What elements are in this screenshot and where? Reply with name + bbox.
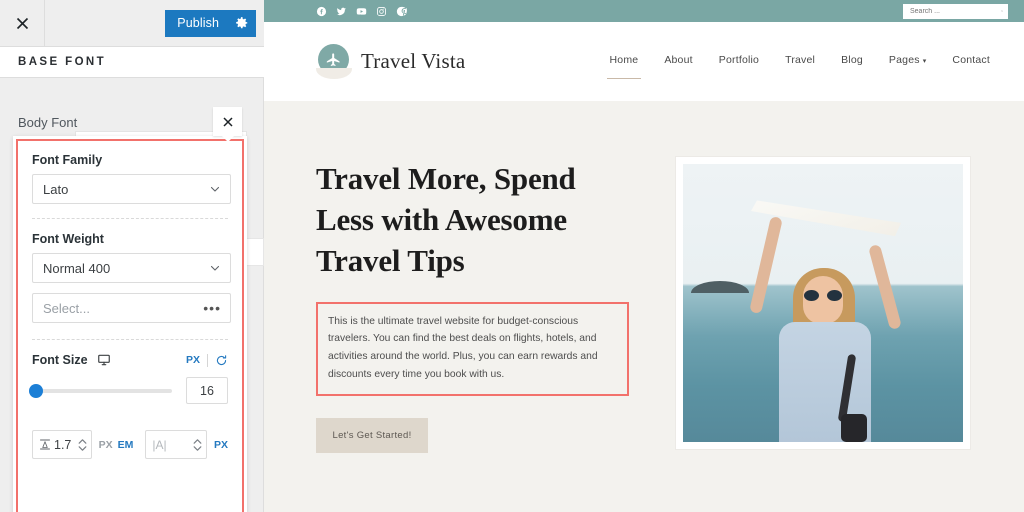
gear-icon [236,17,248,29]
nav-label: Portfolio [718,54,760,66]
hero-paragraph: This is the ultimate travel website for … [328,315,598,380]
font-family-value: Lato [43,181,69,197]
hero-image-frame [676,157,970,449]
line-height-icon [39,438,51,451]
instagram-icon[interactable] [376,6,387,17]
font-family-select[interactable]: Lato [32,174,231,204]
airplane-icon [316,43,352,80]
site-preview: Travel Vista Home About Portfolio Travel… [264,0,1024,512]
nav-label: Pages [888,54,920,66]
nav-item-about[interactable]: About [664,54,692,69]
font-weight-value: Normal 400 [43,260,111,276]
reset-icon[interactable] [215,354,228,367]
font-size-tools: PX [186,353,228,367]
font-size-label: Font Size [32,353,88,367]
nav-label: Travel [785,54,816,66]
ellipsis-icon: ••• [203,300,221,316]
nav-item-contact[interactable]: Contact [952,54,990,69]
font-size-input[interactable]: 16 [186,377,228,404]
customizer-panel: Publish BASE FONT Body Font Font Family … [0,0,264,512]
nav-item-pages[interactable]: Pages ▾ [889,54,927,69]
close-customizer-button[interactable] [0,0,45,46]
twitter-icon[interactable] [336,6,347,17]
customizer-topbar: Publish [0,0,264,46]
hero-image [683,164,963,442]
section-title: BASE FONT [0,46,264,78]
site-search[interactable] [903,3,1008,19]
font-weight-select[interactable]: Normal 400 [32,253,231,283]
divider [207,353,208,367]
nav-label: Contact [952,54,990,66]
hero-paragraph-highlight: This is the ultimate travel website for … [316,301,629,396]
font-size-unit-button[interactable]: PX [186,354,200,366]
hero-section: Travel More, Spend Less with Awesome Tra… [264,101,1024,453]
line-height-unit-em[interactable]: EM [118,439,134,451]
nav-item-travel[interactable]: Travel [785,54,815,69]
close-icon [16,17,28,29]
site-logo[interactable]: Travel Vista [316,43,466,80]
hero-content: Travel More, Spend Less with Awesome Tra… [316,157,636,453]
nav-item-portfolio[interactable]: Portfolio [719,54,759,69]
pinterest-icon[interactable] [396,6,407,17]
font-variant-select[interactable]: Select... ••• [32,293,231,323]
letter-spacing-unit-px[interactable]: PX [214,439,228,451]
nav-item-home[interactable]: Home [606,54,642,79]
divider [32,218,228,219]
line-height-stepper[interactable] [78,438,87,451]
font-size-row: 16 [29,377,228,404]
nav-label: About [664,54,693,66]
chevron-down-icon [209,183,221,195]
font-settings-popover: Font Family Lato Font Weight Normal 400 [13,136,247,512]
letter-spacing-stepper[interactable] [193,438,202,451]
line-height-units: PX EM [99,439,134,451]
publish-button[interactable]: Publish [165,9,228,37]
social-links [316,6,407,17]
nav-label: Home [609,54,639,66]
line-height-unit-px[interactable]: PX [99,439,113,451]
close-popover-button[interactable] [213,107,242,136]
font-weight-label: Font Weight [32,232,104,246]
customizer-settings-button[interactable] [228,9,256,37]
hero-title: Travel More, Spend Less with Awesome Tra… [316,161,576,278]
font-variant-placeholder: Select... [43,300,90,316]
typography-metrics-row: 1.7 PX EM |A| PX [32,430,228,459]
customizer-body: Body Font Font Family Lato Font Weight N… [0,79,264,512]
site-header: Travel Vista Home About Portfolio Travel… [264,22,1024,101]
nav-item-blog[interactable]: Blog [841,54,863,69]
site-title: Travel Vista [361,49,466,73]
screen-root: Publish BASE FONT Body Font Font Family … [0,0,1024,512]
line-height-value: 1.7 [54,437,72,452]
desktop-icon[interactable] [97,353,111,367]
font-settings-highlight: Font Family Lato Font Weight Normal 400 [16,139,244,512]
popover-arrow [221,135,235,142]
facebook-icon[interactable] [316,6,327,17]
chevron-down-icon [209,262,221,274]
letter-spacing-input[interactable]: |A| [145,430,207,459]
font-size-header: Font Size PX [32,353,228,367]
font-size-slider-thumb[interactable] [29,383,43,398]
body-font-row-label: Body Font [18,115,78,130]
close-icon [222,116,233,127]
nav-label: Blog [841,54,863,66]
publish-group: Publish [165,9,256,37]
line-height-input[interactable]: 1.7 [32,430,92,459]
letter-spacing-placeholder: |A| [152,437,167,452]
get-started-button[interactable]: Let's Get Started! [316,417,428,453]
search-icon[interactable] [1001,7,1003,15]
site-topbar [264,0,1024,22]
divider [32,339,228,340]
site-navigation: Home About Portfolio Travel Blog Pages▾ [606,54,991,79]
letter-spacing-units: PX [214,439,228,451]
youtube-icon[interactable] [356,6,367,17]
font-family-label: Font Family [32,153,103,167]
font-size-slider[interactable] [29,383,172,398]
search-input[interactable] [910,7,1001,15]
chevron-down-icon: ▾ [922,58,927,65]
hero-media [676,157,970,453]
